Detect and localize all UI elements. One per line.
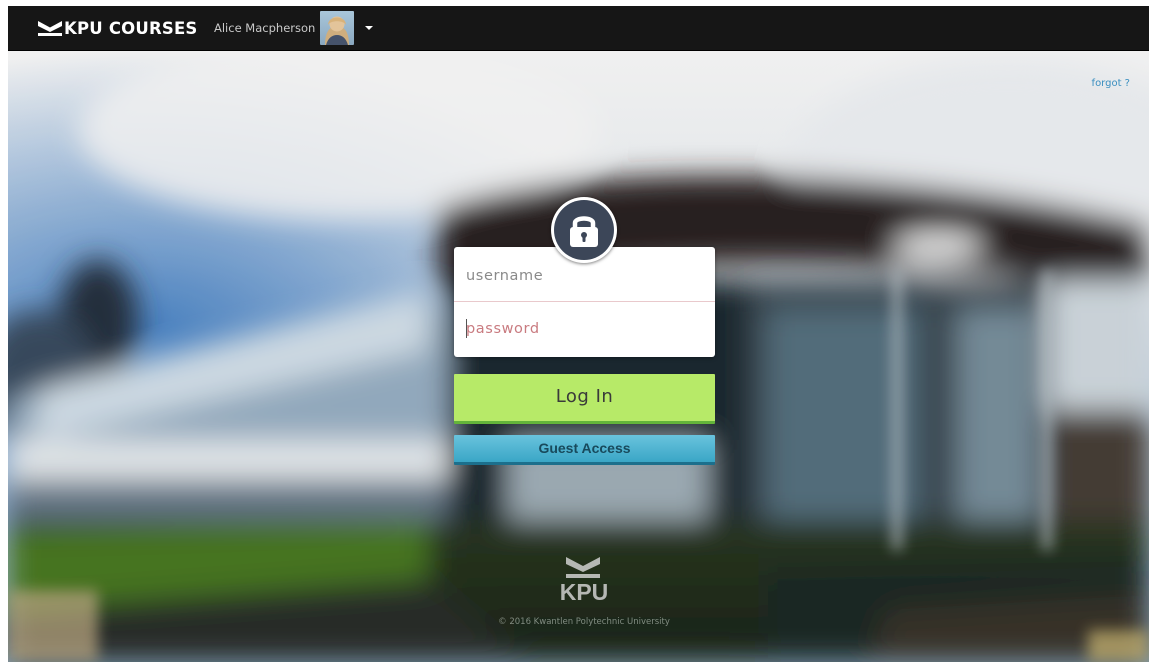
kpu-chevron-logo-icon	[38, 20, 62, 36]
lock-icon	[570, 216, 598, 247]
login-screen: KPU COURSES Alice Macpherson username fo…	[0, 0, 1149, 662]
top-navbar: KPU COURSES Alice Macpherson	[8, 6, 1149, 50]
brand-link[interactable]: KPU COURSES	[38, 6, 198, 50]
caret-down-icon	[365, 26, 374, 30]
footer-logo-text: KPU	[559, 579, 609, 605]
copyright-text: © 2016 Kwantlen Polytechnic University	[498, 617, 670, 627]
guest-access-button[interactable]: Guest Access	[454, 435, 715, 465]
kpu-chevron-footer-icon	[566, 557, 600, 578]
user-avatar-icon	[320, 11, 355, 45]
brand-title: KPU COURSES	[64, 18, 198, 38]
password-input[interactable]	[454, 302, 715, 356]
login-form	[454, 247, 715, 357]
forgot-password-link[interactable]: forgot ?	[1092, 78, 1130, 89]
login-button[interactable]: Log In	[454, 374, 715, 424]
footer-logo: KPU	[549, 555, 619, 607]
lock-badge-inner	[554, 200, 614, 260]
lock-badge	[551, 197, 617, 263]
user-menu-toggle[interactable]: Alice Macpherson	[214, 6, 374, 50]
user-name: Alice Macpherson	[214, 21, 316, 35]
